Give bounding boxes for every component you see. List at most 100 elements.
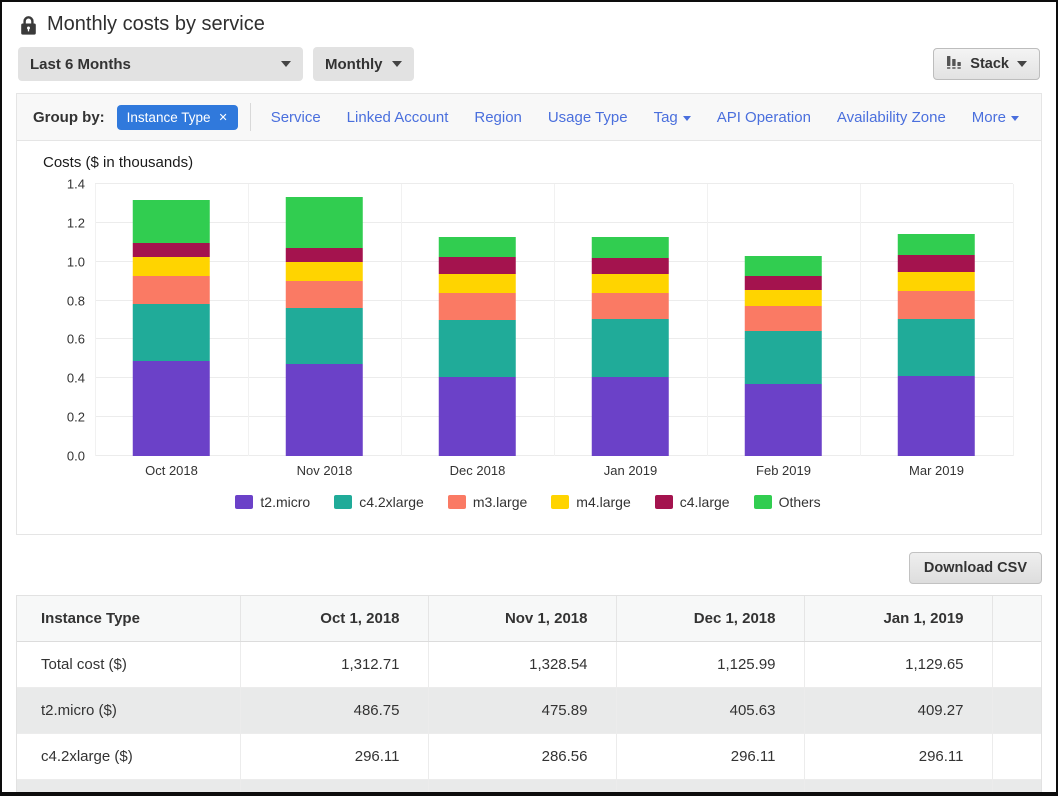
bar-segment-m3.large[interactable]: [898, 291, 974, 319]
cost-table-wrap: Instance TypeOct 1, 2018Nov 1, 2018Dec 1…: [16, 595, 1042, 792]
group-by-option-label: Availability Zone: [837, 109, 946, 126]
stacked-bar: [745, 256, 821, 456]
bar-segment-c4.large[interactable]: [745, 276, 821, 290]
bar-segment-m3.large[interactable]: [439, 293, 515, 320]
chart-style-dropdown[interactable]: Stack: [933, 48, 1040, 80]
bar-segment-Others[interactable]: [745, 256, 821, 276]
row-label-cell: Total cost ($): [17, 642, 240, 688]
bar-segment-m3.large[interactable]: [745, 306, 821, 331]
value-cell-empty: [428, 780, 616, 793]
value-cell-empty: [992, 688, 1041, 734]
y-axis-tick-label: 0.2: [67, 410, 85, 425]
bar-segment-c4.2xlarge[interactable]: [592, 319, 668, 377]
legend-label: c4.2xlarge: [359, 494, 424, 510]
value-cell: 405.63: [616, 688, 804, 734]
column-header-cell: Instance Type: [17, 596, 240, 642]
bar-segment-t2.micro[interactable]: [592, 377, 668, 456]
y-axis-tick-label: 1.4: [67, 177, 85, 192]
group-by-option-more[interactable]: More: [972, 109, 1019, 126]
value-cell-empty: [804, 780, 992, 793]
chevron-down-icon: [683, 116, 691, 121]
bar-segment-Others[interactable]: [133, 200, 209, 243]
y-axis-tick-label: 0.8: [67, 293, 85, 308]
value-cell-empty: [992, 780, 1041, 793]
bar-segment-c4.2xlarge[interactable]: [286, 308, 362, 364]
page-title: Monthly costs by service: [47, 13, 265, 36]
bar-segment-Others[interactable]: [286, 197, 362, 248]
table-row: t2.micro ($)486.75475.89405.63409.27: [17, 688, 1041, 734]
bar-segment-m4.large[interactable]: [898, 272, 974, 291]
bar-segment-c4.2xlarge[interactable]: [133, 304, 209, 362]
bar-segment-t2.micro[interactable]: [898, 376, 974, 456]
bar-segment-t2.micro[interactable]: [286, 364, 362, 456]
bar-segment-t2.micro[interactable]: [745, 384, 821, 456]
bar-segment-c4.2xlarge[interactable]: [745, 331, 821, 384]
remove-filter-icon[interactable]: ✕: [218, 111, 227, 124]
stacked-bar: [592, 237, 668, 457]
chevron-down-icon: [1017, 61, 1027, 67]
controls-row: Last 6 Months Monthly Stack: [2, 40, 1056, 81]
bar-column: [860, 184, 1013, 456]
group-by-option-linked-account[interactable]: Linked Account: [347, 109, 449, 126]
bar-segment-c4.large[interactable]: [898, 255, 974, 272]
group-by-option-availability-zone[interactable]: Availability Zone: [837, 109, 946, 126]
bar-segment-t2.micro[interactable]: [439, 377, 515, 456]
table-row: c4.2xlarge ($)296.11286.56296.11296.11: [17, 734, 1041, 780]
value-cell: 286.56: [428, 734, 616, 780]
column-header-cell: Jan 1, 2019: [804, 596, 992, 642]
value-cell-empty: [616, 780, 804, 793]
bar-segment-c4.2xlarge[interactable]: [898, 319, 974, 376]
cost-table: Instance TypeOct 1, 2018Nov 1, 2018Dec 1…: [17, 596, 1041, 792]
bar-segment-m4.large[interactable]: [133, 257, 209, 275]
y-axis-tick-label: 0.0: [67, 449, 85, 464]
y-axis-tick-label: 0.4: [67, 371, 85, 386]
stacked-bar-chart: 0.00.20.40.60.81.01.21.4: [43, 184, 1013, 456]
group-by-option-tag[interactable]: Tag: [654, 109, 691, 126]
bar-segment-m4.large[interactable]: [286, 262, 362, 280]
bar-segment-c4.large[interactable]: [286, 248, 362, 263]
y-axis-tick-label: 1.0: [67, 254, 85, 269]
bar-segment-m3.large[interactable]: [286, 281, 362, 308]
group-by-option-region[interactable]: Region: [474, 109, 522, 126]
stacked-bar: [286, 197, 362, 456]
date-range-value: Last 6 Months: [30, 56, 131, 73]
date-range-dropdown[interactable]: Last 6 Months: [18, 47, 303, 81]
bar-segment-t2.micro[interactable]: [133, 361, 209, 456]
active-group-chip[interactable]: Instance Type ✕: [117, 105, 238, 130]
group-by-label: Group by:: [33, 109, 105, 126]
bar-segment-m3.large[interactable]: [592, 293, 668, 319]
bar-segment-c4.large[interactable]: [592, 258, 668, 274]
column-header-cell: Dec 1, 2018: [616, 596, 804, 642]
group-by-option-usage-type[interactable]: Usage Type: [548, 109, 628, 126]
bar-column: [707, 184, 860, 456]
bar-segment-c4.large[interactable]: [439, 257, 515, 274]
legend-swatch: [754, 495, 772, 509]
bar-segment-c4.2xlarge[interactable]: [439, 320, 515, 378]
bar-segment-Others[interactable]: [592, 237, 668, 259]
value-cell: 296.11: [616, 734, 804, 780]
bar-segment-m4.large[interactable]: [745, 290, 821, 306]
bar-segment-m4.large[interactable]: [439, 274, 515, 292]
chevron-down-icon: [1011, 116, 1019, 121]
bar-segment-Others[interactable]: [898, 234, 974, 255]
table-header-row: Instance TypeOct 1, 2018Nov 1, 2018Dec 1…: [17, 596, 1041, 642]
bar-segment-c4.large[interactable]: [133, 243, 209, 258]
stack-chart-icon: [946, 55, 962, 73]
group-by-option-api-operation[interactable]: API Operation: [717, 109, 811, 126]
bar-column: [95, 184, 248, 456]
bar-column: [554, 184, 707, 456]
bar-segment-m4.large[interactable]: [592, 274, 668, 293]
download-csv-button[interactable]: Download CSV: [909, 552, 1042, 584]
table-row-partial: [17, 780, 1041, 793]
granularity-value: Monthly: [325, 56, 383, 73]
group-by-option-service[interactable]: Service: [271, 109, 321, 126]
legend-item-c4.2xlarge: c4.2xlarge: [334, 494, 424, 510]
bar-segment-m3.large[interactable]: [133, 276, 209, 304]
group-by-option-label: Linked Account: [347, 109, 449, 126]
granularity-dropdown[interactable]: Monthly: [313, 47, 414, 81]
legend-item-m4.large: m4.large: [551, 494, 630, 510]
bar-segment-Others[interactable]: [439, 237, 515, 258]
value-cell: 475.89: [428, 688, 616, 734]
value-cell-empty: [240, 780, 428, 793]
table-body: Total cost ($)1,312.711,328.541,125.991,…: [17, 642, 1041, 793]
